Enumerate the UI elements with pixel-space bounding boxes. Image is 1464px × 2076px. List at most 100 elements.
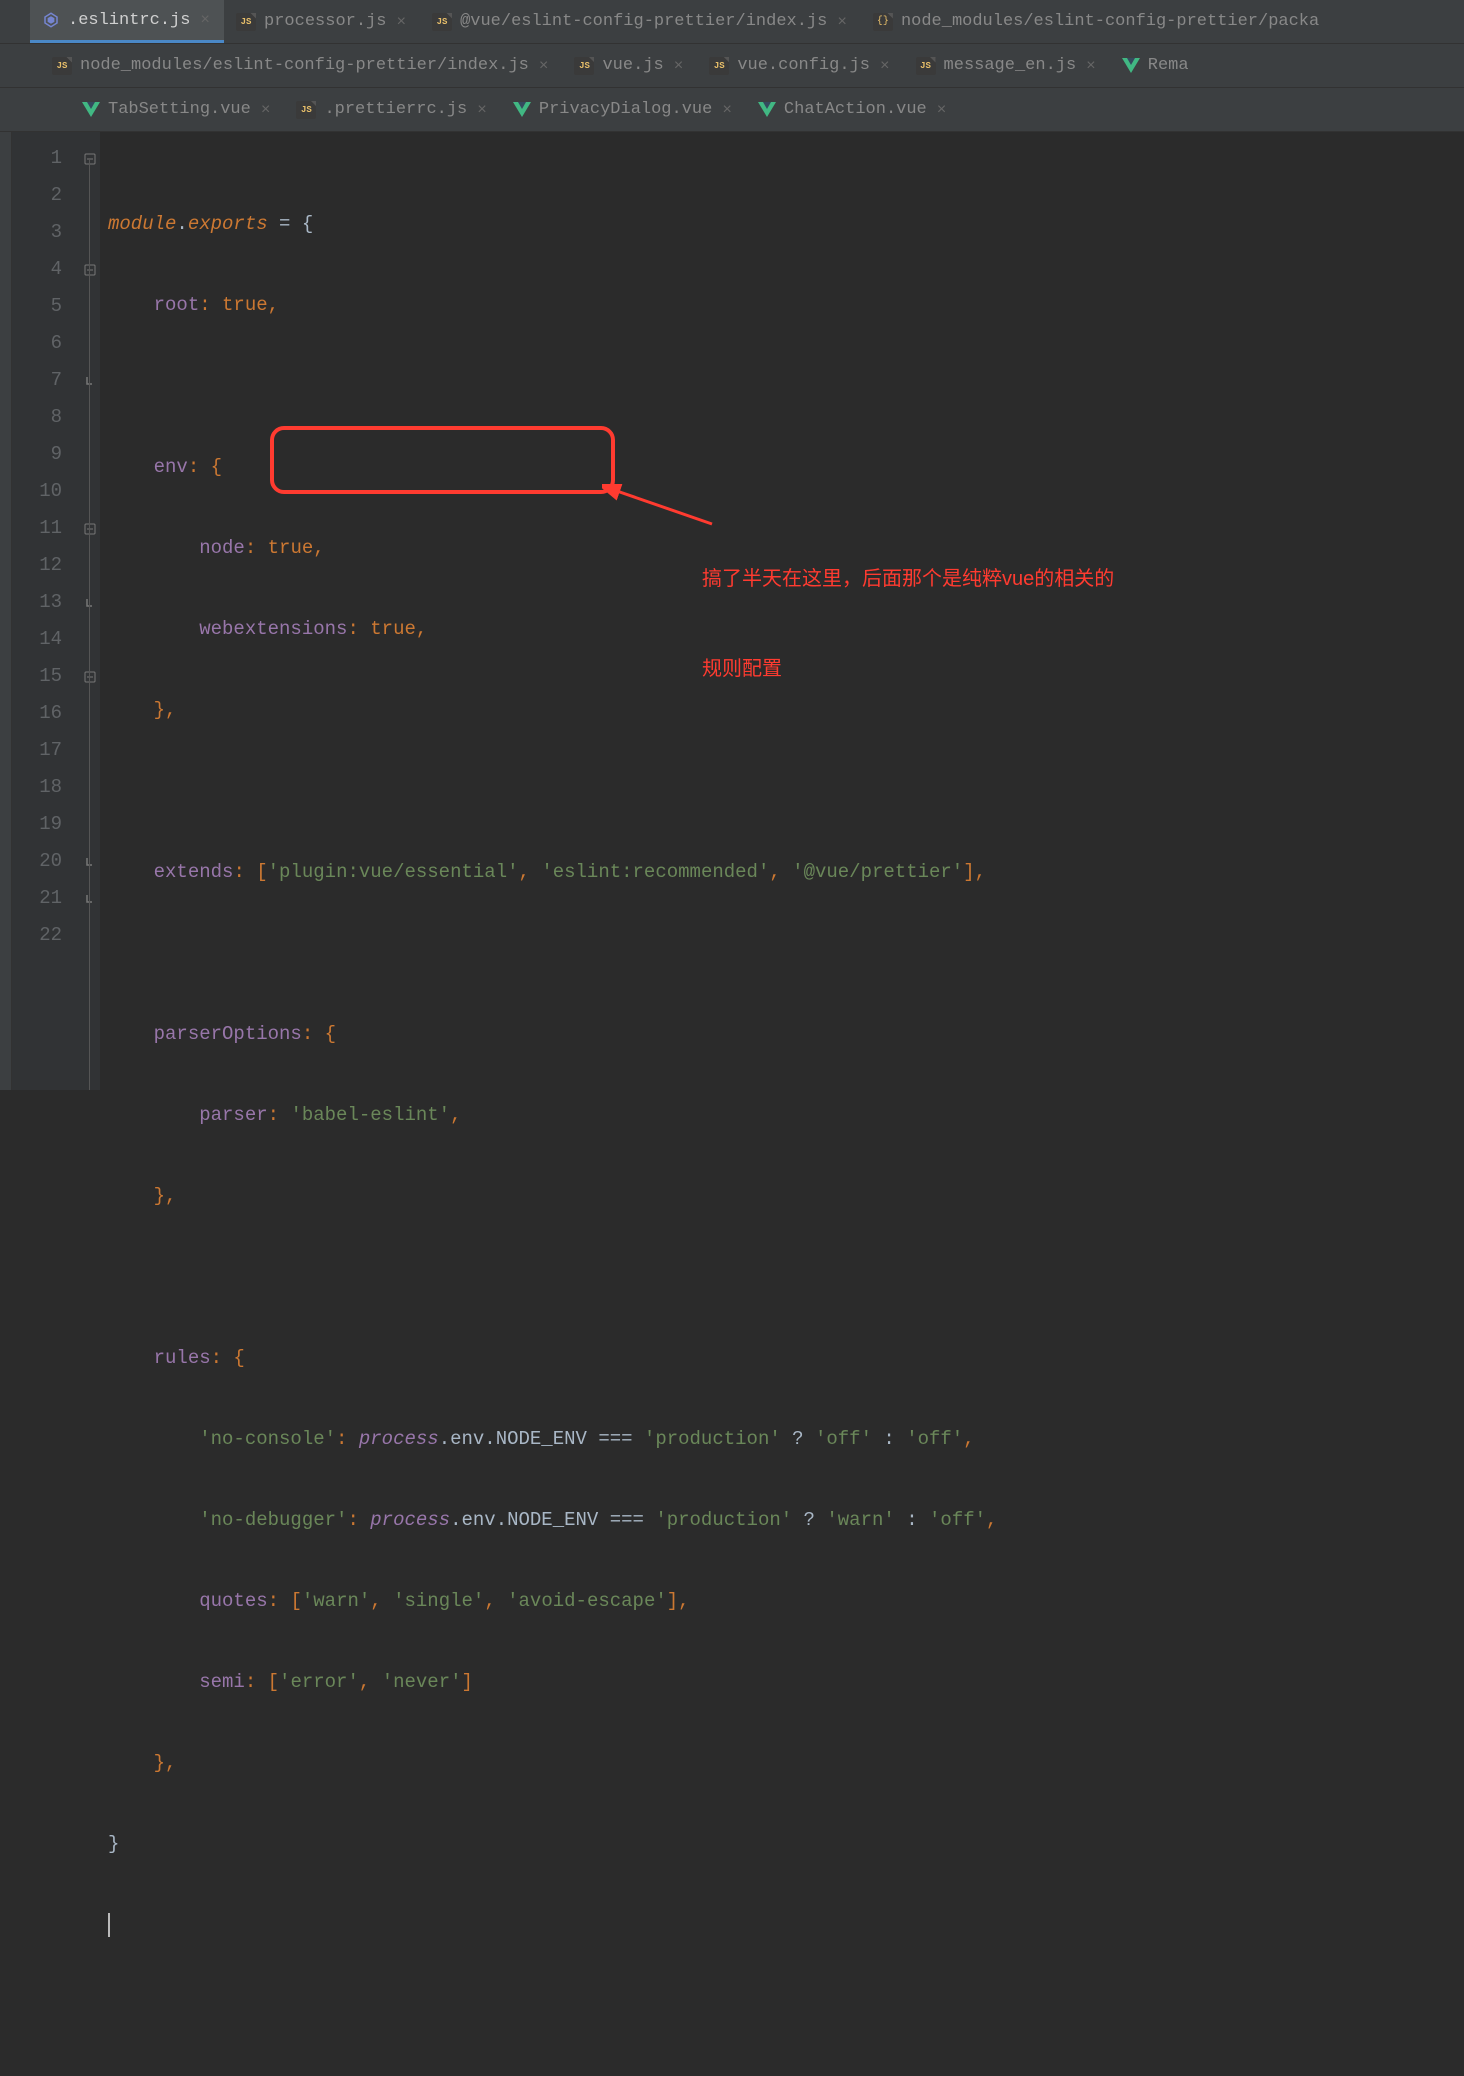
tab-tabsetting-vue[interactable]: TabSetting.vue ×: [70, 88, 284, 131]
line-number: 13: [12, 584, 80, 621]
close-icon[interactable]: ×: [475, 101, 489, 119]
fold-minus-icon: [84, 671, 96, 683]
line-number: 21: [12, 880, 80, 917]
line-number: 17: [12, 732, 80, 769]
fold-marker: [80, 547, 100, 584]
line-number: 1: [12, 140, 80, 177]
fold-end-icon: [84, 597, 96, 609]
fold-marker[interactable]: [80, 251, 100, 288]
fold-marker[interactable]: [80, 140, 100, 177]
close-icon[interactable]: ×: [394, 13, 408, 31]
code-content[interactable]: module.exports = { root: true, env: { no…: [100, 132, 1464, 1090]
fold-marker: [80, 769, 100, 806]
tab-label: processor.js: [264, 12, 386, 31]
fold-end-icon: [84, 856, 96, 868]
tab-message-en-js[interactable]: JSmessage_en.js×: [904, 44, 1110, 87]
close-icon[interactable]: ×: [878, 57, 892, 75]
line-number: 16: [12, 695, 80, 732]
fold-marker: [80, 695, 100, 732]
line-number: 14: [12, 621, 80, 658]
tab-chataction-vue[interactable]: ChatAction.vue×: [746, 88, 960, 131]
close-icon[interactable]: ×: [935, 101, 949, 119]
fold-marker[interactable]: [80, 843, 100, 880]
close-icon[interactable]: ×: [672, 57, 686, 75]
tab-label: @vue/eslint-config-prettier/index.js: [460, 12, 827, 31]
line-number: 12: [12, 547, 80, 584]
tab-processor-js[interactable]: JS processor.js ×: [224, 0, 420, 43]
tab-label: .prettierrc.js: [324, 100, 467, 119]
fold-marker: [80, 473, 100, 510]
tab-node-modules-eslint-config-prettier-index-js[interactable]: JS node_modules/eslint-config-prettier/in…: [40, 44, 562, 87]
line-number: 8: [12, 399, 80, 436]
js-file-icon: JS: [52, 57, 72, 75]
fold-marker: [80, 214, 100, 251]
line-number: 18: [12, 769, 80, 806]
close-icon[interactable]: ×: [259, 101, 273, 119]
js-file-icon: JS: [296, 101, 316, 119]
line-number: 11: [12, 510, 80, 547]
fold-marker: [80, 806, 100, 843]
vue-file-icon: [758, 102, 776, 117]
tab--eslintrc-js[interactable]: .eslintrc.js ×: [30, 0, 224, 43]
vue-file-icon: [1122, 58, 1140, 73]
line-number: 20: [12, 843, 80, 880]
line-number: 2: [12, 177, 80, 214]
fold-gutter: [80, 132, 100, 1090]
tab-node-modules-eslint-config-prettier-packa[interactable]: {}node_modules/eslint-config-prettier/pa…: [861, 0, 1331, 43]
eslint-icon: [42, 11, 60, 29]
fold-minus-icon: [84, 523, 96, 535]
fold-marker[interactable]: [80, 880, 100, 917]
tab-vue-js[interactable]: JSvue.js×: [562, 44, 697, 87]
tab-label: vue.config.js: [737, 56, 870, 75]
js-file-icon: JS: [709, 57, 729, 75]
tab-privacydialog-vue[interactable]: PrivacyDialog.vue ×: [501, 88, 746, 131]
line-number-gutter: 12345678910111213141516171819202122: [12, 132, 80, 1090]
tab-label: Rema: [1148, 56, 1189, 75]
fold-marker: [80, 288, 100, 325]
tab-label: node_modules/eslint-config-prettier/pack…: [901, 12, 1319, 31]
fold-marker: [80, 325, 100, 362]
tab-vue-config-js[interactable]: JS vue.config.js ×: [697, 44, 903, 87]
tab-label: PrivacyDialog.vue: [539, 100, 712, 119]
tab-label: node_modules/eslint-config-prettier/inde…: [80, 56, 529, 75]
js-file-icon: JS: [432, 13, 452, 31]
js-file-icon: JS: [574, 57, 594, 75]
line-number: 10: [12, 473, 80, 510]
text-cursor: [108, 1913, 110, 1937]
close-icon[interactable]: ×: [1084, 57, 1098, 75]
js-file-icon: JS: [236, 13, 256, 31]
line-number: 19: [12, 806, 80, 843]
tab-row-1: .eslintrc.js × JS processor.js × JS @vue/eslin…: [0, 0, 1464, 44]
fold-marker[interactable]: [80, 658, 100, 695]
line-number: 6: [12, 325, 80, 362]
tab-rema[interactable]: Rema: [1110, 44, 1201, 87]
fold-marker[interactable]: [80, 510, 100, 547]
kw-module: module: [108, 213, 176, 235]
fold-end-icon: [84, 893, 96, 905]
close-icon[interactable]: ×: [198, 11, 212, 29]
fold-marker: [80, 917, 100, 954]
line-number: 5: [12, 288, 80, 325]
tab-label: message_en.js: [944, 56, 1077, 75]
close-icon[interactable]: ×: [537, 57, 551, 75]
fold-marker: [80, 436, 100, 473]
tab-row-3: TabSetting.vue×JS.prettierrc.js×PrivacyD…: [0, 88, 1464, 132]
line-number: 7: [12, 362, 80, 399]
line-number: 3: [12, 214, 80, 251]
fold-minus-icon: [84, 264, 96, 276]
vue-file-icon: [513, 102, 531, 117]
tab-label: TabSetting.vue: [108, 100, 251, 119]
tab-label: .eslintrc.js: [68, 11, 190, 30]
line-number: 9: [12, 436, 80, 473]
fold-end-icon: [84, 375, 96, 387]
tab--vue-eslint-config-prettier-index-js[interactable]: JS @vue/eslint-config-prettier/index.js ×: [420, 0, 861, 43]
tab-bar: .eslintrc.js × JS processor.js × JS @vue/eslin…: [0, 0, 1464, 132]
fold-marker[interactable]: [80, 362, 100, 399]
tab--prettierrc-js[interactable]: JS .prettierrc.js ×: [284, 88, 500, 131]
left-margin-strip: [0, 132, 12, 1090]
fold-marker: [80, 621, 100, 658]
close-icon[interactable]: ×: [720, 101, 734, 119]
line-number: 4: [12, 251, 80, 288]
fold-marker[interactable]: [80, 584, 100, 621]
close-icon[interactable]: ×: [835, 13, 849, 31]
